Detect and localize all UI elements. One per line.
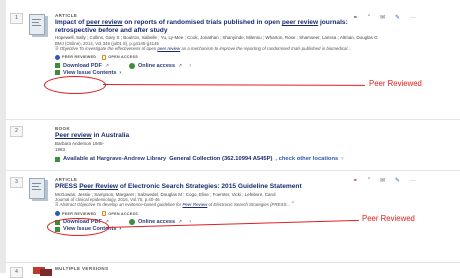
result-item-2: 2 BOOK Peer review in Australia Barbara … [0, 120, 460, 168]
external-link-icon: ↗ [104, 62, 110, 69]
result-item-1: 1 ARTICLE Impact of peer review on repor… [0, 0, 460, 118]
check-other-locations-link[interactable]: , check other locations [275, 156, 338, 162]
pdf-icon [55, 63, 60, 69]
annotation-oval-1 [44, 76, 106, 94]
issue-contents-icon [55, 70, 60, 76]
resource-type: ARTICLE [55, 177, 78, 182]
publication-year: 1983 [55, 147, 66, 152]
abstract-snippet: ≡ Objective To investigate the effective… [55, 45, 352, 52]
online-access-link[interactable]: Online access ↗ › [129, 62, 192, 69]
open-access-icon [102, 211, 107, 217]
citation-icon[interactable]: " [368, 15, 370, 21]
snippet-icon: ≡ [55, 202, 59, 209]
resource-type: BOOK [55, 126, 71, 131]
snippet-icon: ≡ [55, 45, 59, 52]
open-access-badge: OPEN ACCESS [102, 54, 138, 60]
result-title[interactable]: PRESS Peer Review of Electronic Search S… [55, 183, 390, 191]
citation-icon: " [291, 202, 294, 209]
result-number: 3 [10, 177, 23, 188]
open-access-badge: OPEN ACCESS [102, 211, 138, 217]
annotation-label-1: Peer Reviewed [369, 79, 422, 88]
more-options-icon[interactable]: ··· [410, 178, 416, 184]
online-access-icon [129, 62, 136, 69]
peer-reviewed-badge: PEER REVIEWED [55, 211, 96, 217]
result-title[interactable]: Peer review in Australia [55, 132, 390, 140]
availability-line[interactable]: Available at Hargrave-Andrew Library Gen… [55, 156, 390, 162]
article-thumbnail [29, 14, 48, 37]
annotation-label-2: Peer Reviewed [362, 214, 415, 223]
author: Barbara Anderson 1945- [55, 140, 105, 146]
annotation-oval-2 [47, 218, 109, 236]
abstract-snippet: ≡ Abstract Objective To develop an evide… [55, 202, 294, 209]
email-icon[interactable]: ✉ [380, 15, 385, 21]
authors: Hopewell, Sally ; Collins, Gary S ; Bout… [55, 35, 378, 41]
chevron-right-icon: › [119, 69, 122, 76]
more-options-icon[interactable]: ··· [410, 15, 416, 21]
bookmark-pin-icon[interactable]: ✎ [395, 178, 400, 184]
result-item-4: 4 MULTIPLE VERSIONS [0, 263, 460, 278]
online-access-icon [129, 219, 136, 226]
chevron-right-icon: › [341, 156, 344, 163]
pin-icon[interactable]: ⚭ [353, 178, 358, 184]
bookmark-pin-icon[interactable]: ✎ [395, 15, 400, 21]
article-thumbnail [29, 178, 48, 201]
resource-type: ARTICLE [55, 13, 78, 18]
view-issue-contents-link[interactable]: View Issue Contents › [55, 70, 390, 76]
pin-icon[interactable]: ⚭ [353, 15, 358, 21]
external-link-icon: ↗ [178, 62, 183, 69]
result-number: 1 [10, 13, 23, 24]
resource-type: MULTIPLE VERSIONS [55, 266, 109, 271]
result-title[interactable]: Impact of peer review on reports of rand… [55, 19, 390, 34]
peer-reviewed-icon [55, 211, 60, 217]
peer-reviewed-icon [55, 54, 60, 60]
citation-icon[interactable]: " [368, 178, 370, 184]
chevron-right-icon: › [189, 62, 192, 69]
email-icon[interactable]: ✉ [380, 178, 385, 184]
peer-reviewed-badge: PEER REVIEWED [55, 54, 96, 60]
download-pdf-link[interactable]: Download PDF ↗ [55, 63, 109, 69]
availability-icon [55, 156, 60, 162]
open-access-icon [102, 54, 107, 60]
result-number: 2 [10, 126, 23, 137]
